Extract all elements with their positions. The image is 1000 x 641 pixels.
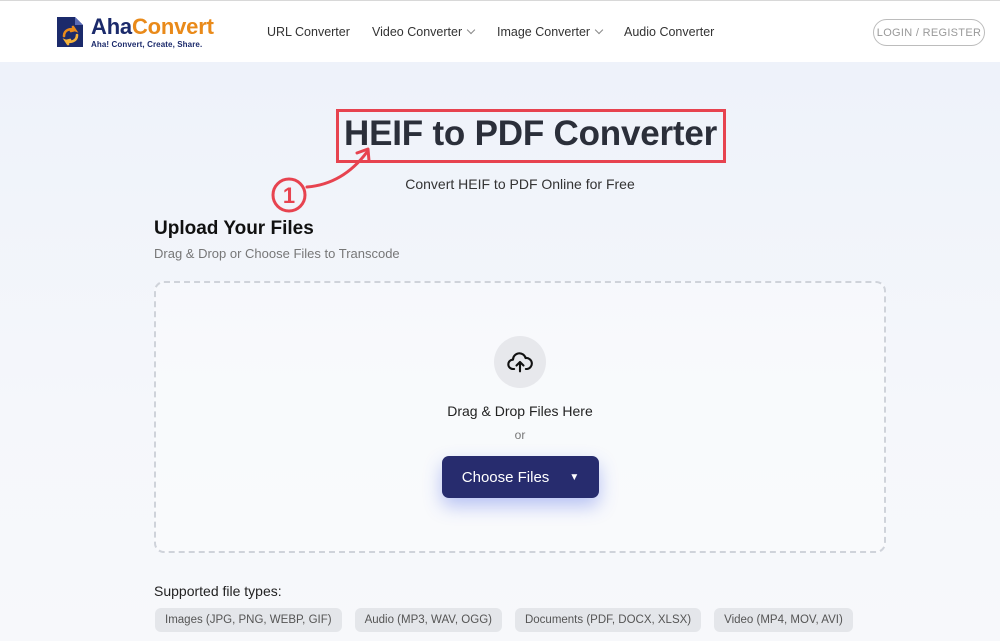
nav-image-converter-label: Image Converter	[497, 25, 591, 39]
chevron-down-icon	[466, 25, 476, 35]
brand-logo[interactable]: AhaConvert Aha! Convert, Create, Share.	[55, 13, 214, 51]
nav-video-converter-label: Video Converter	[372, 25, 463, 39]
logo-icon	[55, 15, 87, 49]
type-pill-images: Images (JPG, PNG, WEBP, GIF)	[155, 608, 342, 632]
supported-types-label: Supported file types:	[154, 583, 282, 599]
site-header: AhaConvert Aha! Convert, Create, Share. …	[0, 0, 1000, 62]
nav-audio-converter[interactable]: Audio Converter	[624, 25, 714, 39]
nav-image-converter[interactable]: Image Converter	[497, 25, 604, 39]
type-pill-documents: Documents (PDF, DOCX, XLSX)	[514, 608, 702, 632]
drop-files-text: Drag & Drop Files Here	[447, 403, 593, 419]
caret-down-icon: ▼	[569, 471, 580, 483]
upload-icon-circle	[494, 336, 546, 388]
nav-audio-converter-label: Audio Converter	[624, 25, 715, 39]
supported-types-list: Images (JPG, PNG, WEBP, GIF) Audio (MP3,…	[155, 608, 853, 632]
login-register-button[interactable]: LOGIN / REGISTER	[873, 19, 985, 46]
chevron-down-icon	[594, 25, 604, 35]
cloud-upload-icon	[507, 352, 533, 373]
nav-url-converter[interactable]: URL Converter	[267, 25, 350, 39]
nav-url-converter-label: URL Converter	[267, 25, 350, 39]
upload-subheading: Drag & Drop or Choose Files to Transcode	[154, 246, 400, 261]
step-number: 1	[283, 183, 295, 208]
choose-files-label: Choose Files	[461, 468, 550, 486]
brand-name-aha: Aha	[91, 13, 132, 39]
choose-files-button[interactable]: Choose Files ▼	[442, 456, 599, 498]
type-pill-video: Video (MP4, MOV, AVI)	[714, 608, 853, 632]
or-separator: or	[514, 428, 526, 442]
brand-name-convert: Convert	[131, 13, 214, 39]
step-annotation: 1	[267, 147, 371, 223]
page-title: HEIF to PDF Converter	[344, 114, 718, 153]
brand-tagline: Aha! Convert, Create, Share.	[91, 39, 203, 49]
page-subtitle: Convert HEIF to PDF Online for Free	[405, 176, 635, 192]
nav-video-converter[interactable]: Video Converter	[372, 25, 476, 39]
upload-heading: Upload Your Files	[154, 218, 314, 239]
type-pill-audio: Audio (MP3, WAV, OGG)	[354, 608, 502, 632]
